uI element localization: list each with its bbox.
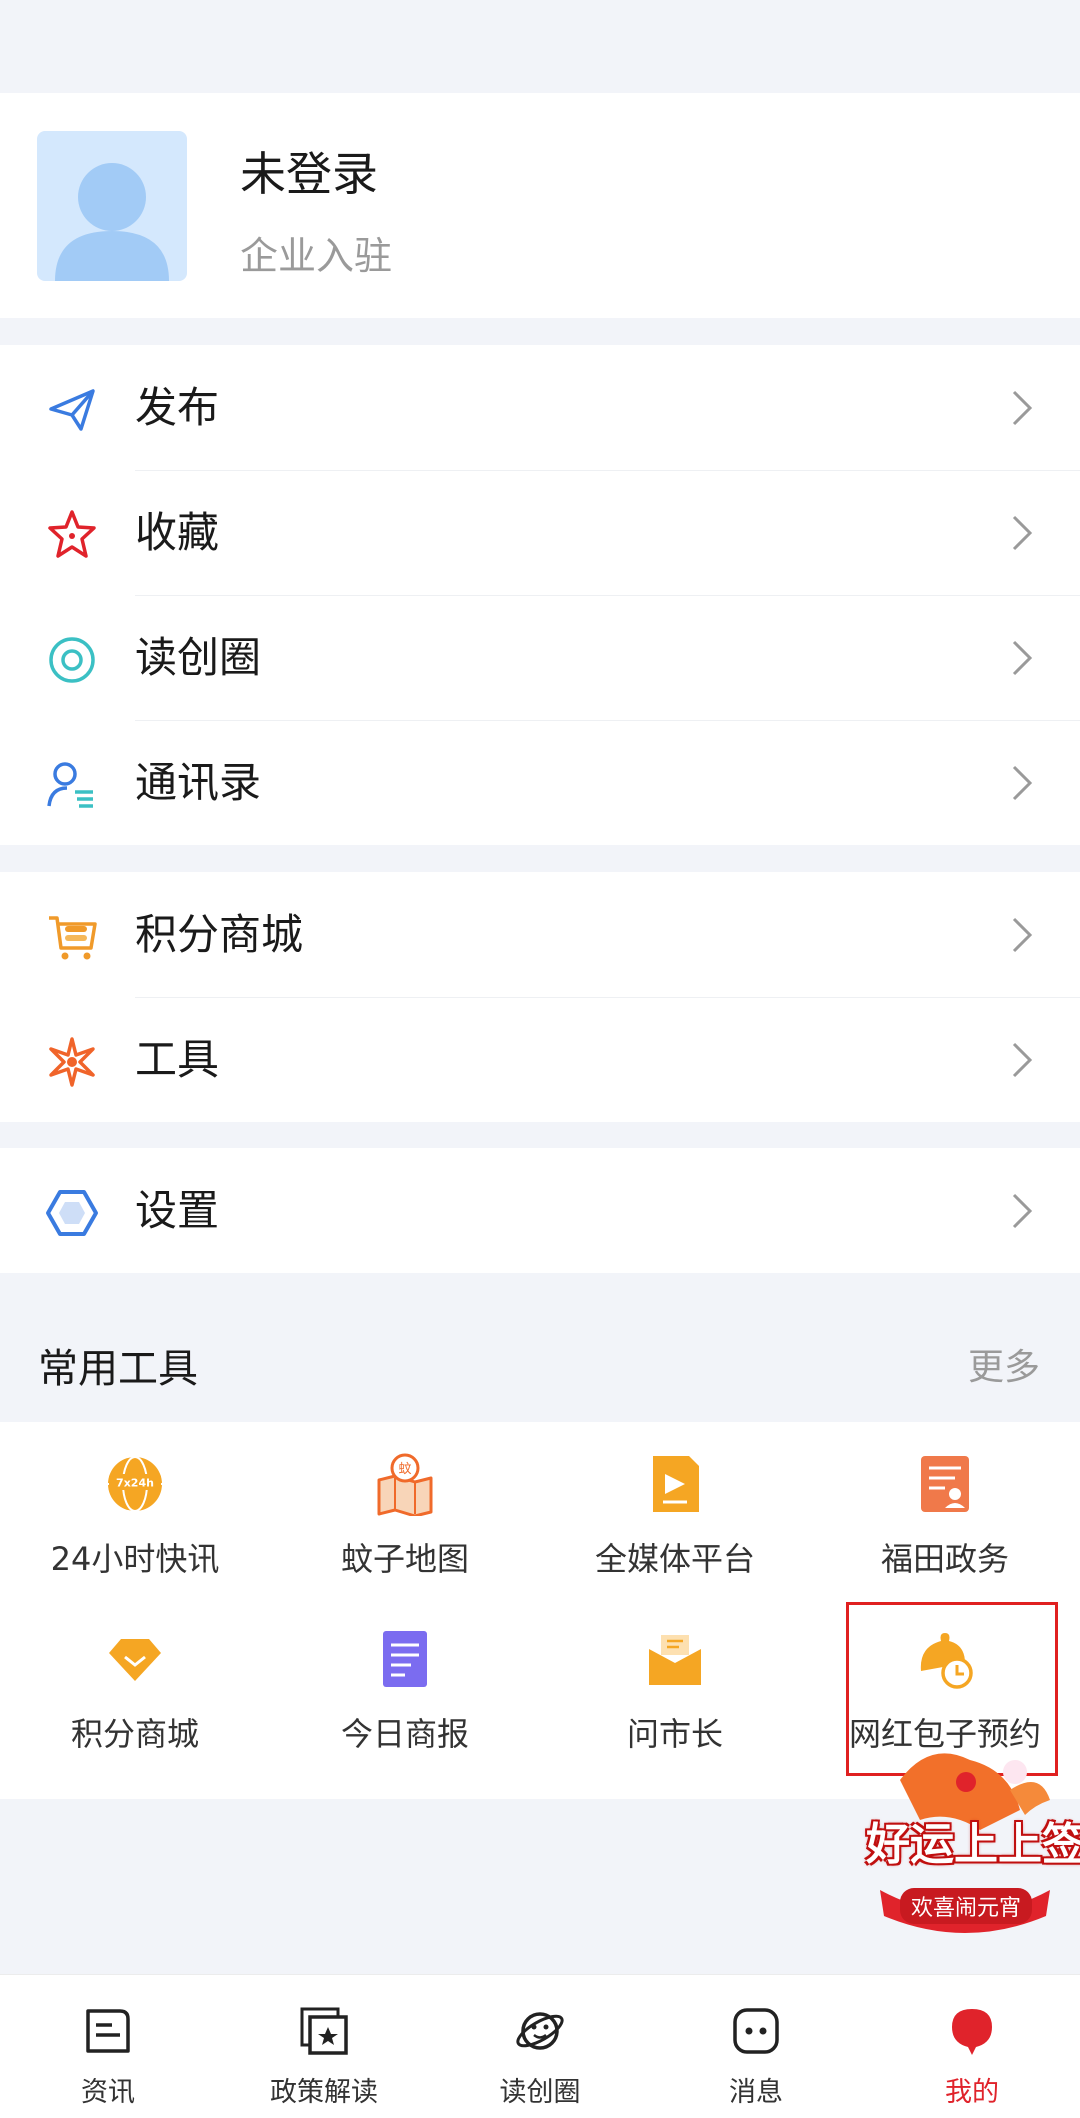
svg-text:7x24h: 7x24h [116,1477,154,1490]
menu-item-label: 设置 [135,1186,220,1235]
tab-news[interactable]: 资讯 [0,1975,216,2118]
menu-item-favorites[interactable]: 收藏 [0,470,1080,595]
message-icon [733,2008,779,2054]
send-icon [49,389,95,431]
tool-item-ask-mayor[interactable]: 问市长 [540,1627,810,1787]
tab-profile[interactable]: 我的 [864,1975,1080,2118]
chevron-right-icon [1012,390,1033,426]
menu-item-label: 积分商城 [135,910,304,959]
chevron-right-icon [1012,640,1033,676]
profile-tab-icon [952,2009,992,2055]
enterprise-entry-link[interactable]: 企业入驻 [240,225,392,280]
menu-group-1: 发布 收藏 读创圈 通讯录 [0,345,1080,845]
promo-title: 好运上上签 [866,1819,1080,1870]
mail-icon [649,1635,701,1685]
tool-item-label: 问市长 [626,1715,723,1753]
menu-item-duchuang-circle[interactable]: 读创圈 [0,595,1080,720]
tool-item-daily-news[interactable]: 今日商报 [270,1627,540,1787]
government-icon [921,1456,969,1512]
avatar[interactable] [37,131,187,281]
menu-group-2: 积分商城 工具 [0,872,1080,1122]
newspaper-icon [383,1631,427,1687]
tab-label: 消息 [729,2077,783,2108]
tool-item-all-media[interactable]: 全媒体平台 [540,1452,810,1612]
tool-item-label: 福田政务 [880,1540,1009,1578]
promo-subtitle: 欢喜闹元宵 [900,1888,1032,1924]
tab-label: 我的 [945,2077,999,2108]
menu-item-contacts[interactable]: 通讯录 [0,720,1080,845]
contacts-icon [47,762,93,808]
user-placeholder-icon [55,163,169,281]
tab-policy[interactable]: 政策解读 [216,1975,432,2118]
menu-item-points-mall[interactable]: 积分商城 [0,872,1080,997]
tool-item-label: 全媒体平台 [594,1540,755,1578]
menu-item-label: 收藏 [135,508,220,557]
tools-icon [49,1037,95,1087]
tool-item-mosquito-map[interactable]: 蚊 蚊子地图 [270,1452,540,1612]
tools-more-link[interactable]: 更多 [968,1338,1040,1390]
tab-label: 政策解读 [270,2077,378,2108]
media-platform-icon [653,1456,699,1512]
menu-group-3: 设置 [0,1148,1080,1273]
map-icon: 蚊 [377,1453,433,1516]
tab-messages[interactable]: 消息 [648,1975,864,2118]
chevron-right-icon [1012,1042,1033,1078]
tool-item-label: 积分商城 [70,1715,199,1753]
planet-icon [516,2012,564,2050]
menu-item-settings[interactable]: 设置 [0,1148,1080,1273]
menu-item-label: 通讯录 [135,758,262,807]
tool-item-label: 蚊子地图 [340,1540,469,1578]
policy-icon [300,2007,348,2055]
shop-cart-icon [49,916,97,960]
menu-item-tools[interactable]: 工具 [0,997,1080,1122]
menu-item-label: 发布 [135,383,220,432]
tab-label: 读创圈 [499,2077,581,2108]
chevron-right-icon [1012,1193,1033,1229]
profile-card[interactable]: 未登录 企业入驻 [0,93,1080,318]
promo-floating-badge[interactable]: 好运上上签 欢喜闹元宵 [860,1740,1080,1940]
diamond-icon [109,1639,161,1681]
tool-item-24h-news[interactable]: 7x24h 24小时快讯 [0,1452,270,1612]
chevron-right-icon [1012,515,1033,551]
svg-text:蚊: 蚊 [398,1462,411,1477]
chevron-right-icon [1012,765,1033,801]
tab-label: 资讯 [81,2077,135,2108]
tool-item-points-mall[interactable]: 积分商城 [0,1627,270,1787]
settings-hexagon-icon [46,1190,98,1236]
tool-item-futian-gov[interactable]: 福田政务 [810,1452,1080,1612]
menu-item-label: 读创圈 [135,633,262,682]
tools-section-title: 常用工具 [38,1346,198,1392]
news-icon [86,2009,130,2053]
circle-icon [49,637,95,683]
tool-item-label: 24小时快讯 [50,1540,220,1578]
menu-item-publish[interactable]: 发布 [0,345,1080,470]
tool-item-label: 今日商报 [340,1715,469,1753]
star-icon [48,510,96,558]
menu-item-label: 工具 [135,1035,220,1084]
login-status[interactable]: 未登录 [240,138,378,204]
tab-duchuang[interactable]: 读创圈 [432,1975,648,2118]
chevron-right-icon [1012,917,1033,953]
globe-24h-icon: 7x24h [108,1456,162,1512]
